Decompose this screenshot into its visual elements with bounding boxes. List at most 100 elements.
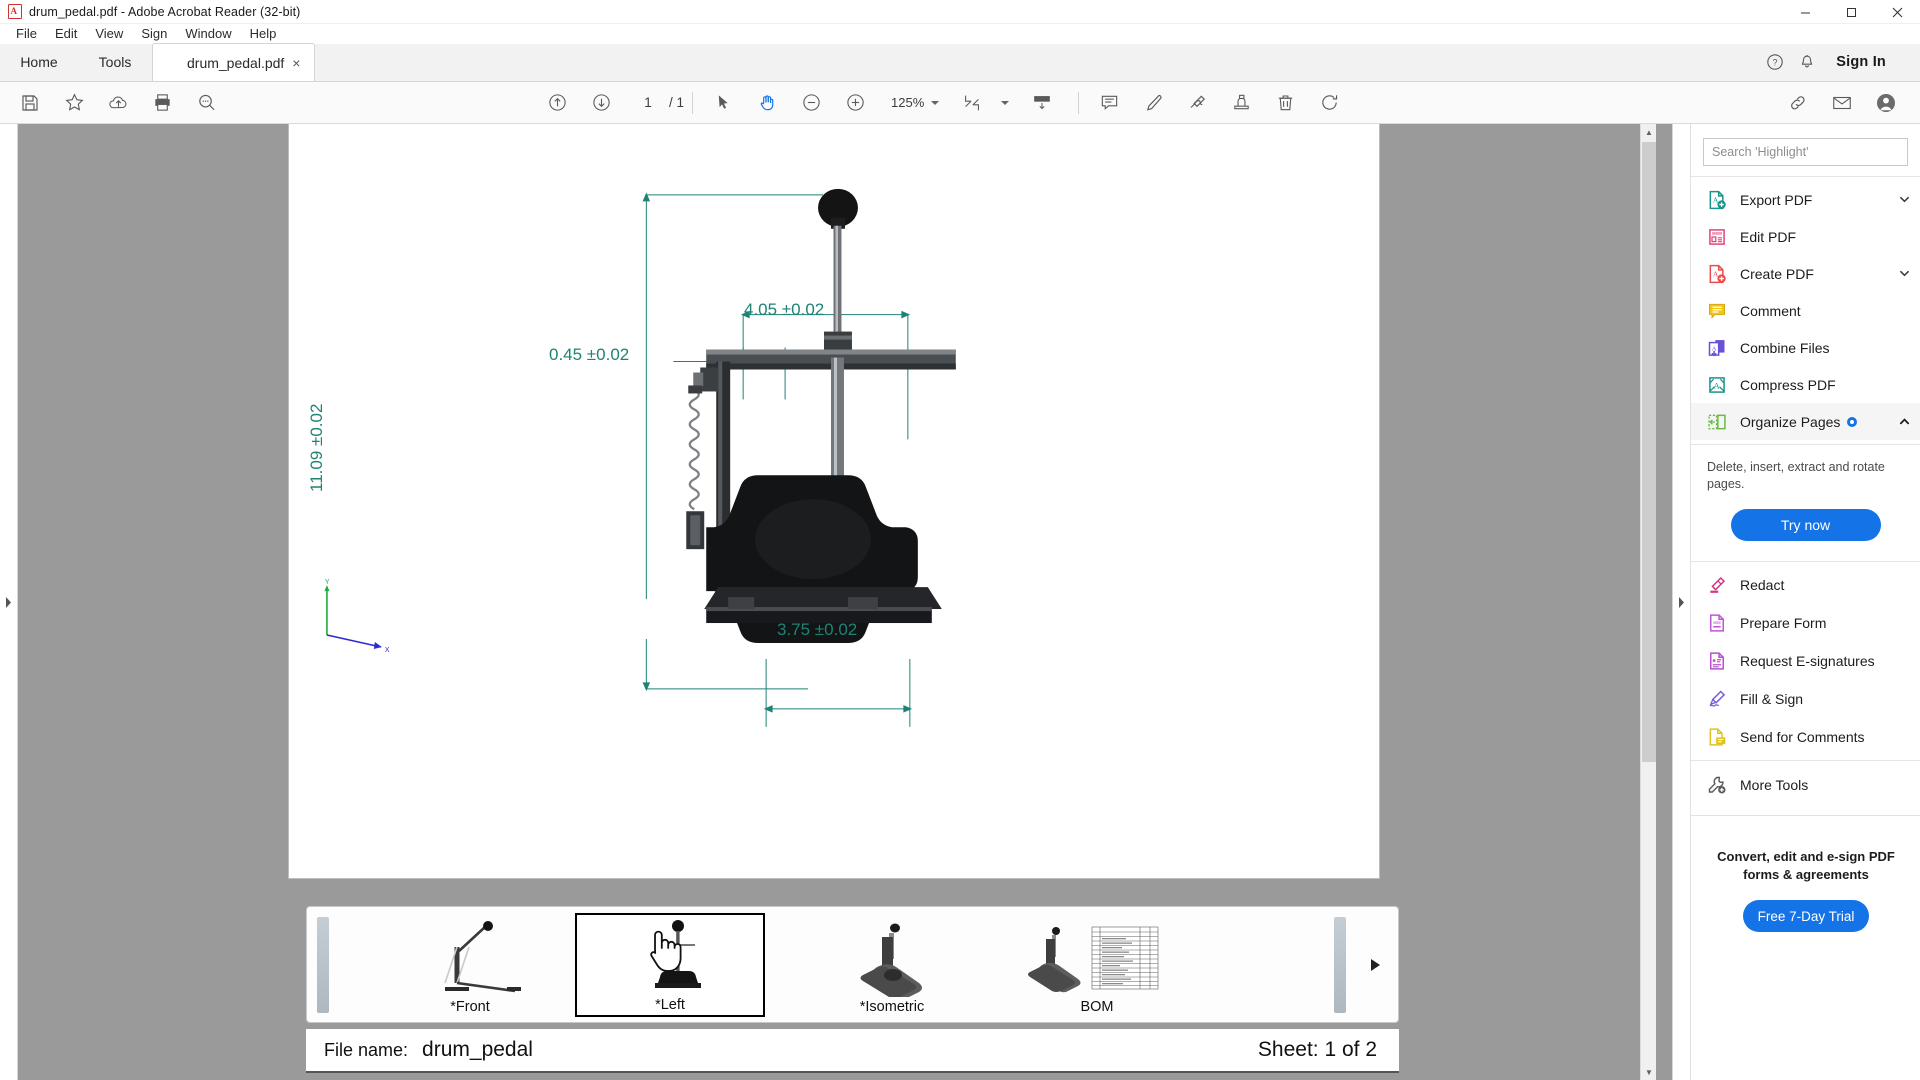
right-panel-toggle[interactable] — [1672, 124, 1690, 1080]
chevron-right-icon — [5, 597, 12, 608]
tool-more-tools[interactable]: More Tools — [1691, 765, 1920, 805]
account-headset-icon[interactable] — [1869, 86, 1903, 120]
window-controls — [1782, 0, 1920, 24]
menu-item-sign[interactable]: Sign — [132, 24, 176, 44]
menu-item-window[interactable]: Window — [176, 24, 240, 44]
page-fit-icon[interactable] — [955, 86, 989, 120]
tab-home[interactable]: Home — [0, 43, 78, 81]
tab-tools[interactable]: Tools — [78, 43, 152, 81]
thumbnail-front-label: *Front — [450, 999, 490, 1015]
bell-icon[interactable] — [1792, 47, 1822, 77]
close-icon[interactable]: × — [288, 55, 304, 71]
scroll-mode-icon[interactable] — [1025, 86, 1059, 120]
thumbnail-front-image — [375, 913, 565, 997]
promo-text: Convert, edit and e-sign PDF forms & agr… — [1691, 848, 1920, 884]
scrollbar-thumb[interactable] — [1642, 142, 1656, 762]
tool-prepare-form[interactable]: Prepare Form — [1691, 604, 1920, 642]
svg-text:A: A — [1714, 381, 1720, 390]
chevron-down-icon[interactable] — [1899, 268, 1910, 279]
chevron-down-icon[interactable] — [931, 101, 939, 105]
search-magnifier-icon[interactable] — [189, 86, 223, 120]
next-page-button[interactable] — [584, 86, 618, 120]
promo-block: Convert, edit and e-sign PDF forms & agr… — [1691, 848, 1920, 932]
thumbnail-scroll-left-handle[interactable] — [317, 917, 329, 1013]
tool-label: Edit PDF — [1740, 229, 1796, 245]
thumbnail-left-image — [577, 915, 763, 995]
thumbnail-front[interactable]: *Front — [375, 913, 565, 1017]
chevron-down-icon[interactable] — [1899, 194, 1910, 205]
tool-redact[interactable]: Redact — [1691, 566, 1920, 604]
tool-organize-pages[interactable]: Organize Pages — [1691, 403, 1920, 440]
sign-in-button[interactable]: Sign In — [1824, 54, 1902, 70]
menu-item-help[interactable]: Help — [241, 24, 286, 44]
chevron-down-icon[interactable] — [1001, 101, 1009, 105]
document-scroll-region[interactable]: Y X 11.09 ±0.02 0.45 ±0.02 4.05 ±0.02 3.… — [18, 124, 1656, 1080]
stamp-icon[interactable] — [1224, 86, 1258, 120]
play-right-icon[interactable] — [1371, 959, 1380, 971]
drum-pedal-technical-drawing: Y X — [289, 124, 1379, 879]
tool-label: Prepare Form — [1740, 615, 1826, 631]
tool-request-esignatures[interactable]: Request E-signatures — [1691, 642, 1920, 680]
menu-item-view[interactable]: View — [86, 24, 132, 44]
create-pdf-icon: A — [1707, 264, 1727, 284]
tool-comment[interactable]: Comment — [1691, 292, 1920, 329]
tool-edit-pdf[interactable]: Edit PDF — [1691, 218, 1920, 255]
search-input[interactable] — [1704, 139, 1907, 165]
free-trial-button[interactable]: Free 7-Day Trial — [1743, 900, 1869, 932]
zoom-out-button[interactable] — [794, 86, 828, 120]
redact-icon — [1707, 575, 1727, 595]
document-area: Y X 11.09 ±0.02 0.45 ±0.02 4.05 ±0.02 3.… — [0, 124, 1690, 1080]
printer-icon[interactable] — [145, 86, 179, 120]
dimension-height-overall: 11.09 ±0.02 — [307, 404, 327, 492]
thumbnail-bom[interactable]: BOM — [1002, 913, 1192, 1017]
thumbnail-scroll-right-handle[interactable] — [1334, 917, 1346, 1013]
rotate-icon[interactable] — [1312, 86, 1346, 120]
tool-create-pdf[interactable]: A Create PDF — [1691, 255, 1920, 292]
chevron-up-icon[interactable] — [1899, 416, 1910, 427]
hand-icon[interactable] — [750, 86, 784, 120]
highlighter-pen-icon[interactable] — [1136, 86, 1170, 120]
page-number-input[interactable] — [633, 92, 663, 114]
close-icon[interactable] — [1874, 0, 1920, 24]
tool-label: Compress PDF — [1740, 377, 1836, 393]
request-esign-icon — [1707, 651, 1727, 671]
thumbnail-isometric[interactable]: *Isometric — [797, 913, 987, 1017]
minimize-icon[interactable] — [1782, 0, 1828, 24]
thumbnail-bom-image — [1002, 913, 1192, 997]
tools-search-box[interactable] — [1703, 138, 1908, 166]
thumbnail-left[interactable]: *Left — [575, 913, 765, 1017]
dimension-offset-left: 0.45 ±0.02 — [549, 345, 629, 365]
envelope-icon[interactable] — [1825, 86, 1859, 120]
tool-compress-pdf[interactable]: A Compress PDF — [1691, 366, 1920, 403]
compress-pdf-icon: A — [1707, 375, 1727, 395]
menu-item-edit[interactable]: Edit — [46, 24, 86, 44]
zoom-level[interactable]: 125% — [891, 95, 924, 110]
save-disk-icon[interactable] — [13, 86, 47, 120]
star-icon[interactable] — [57, 86, 91, 120]
tool-export-pdf[interactable]: A Export PDF — [1691, 181, 1920, 218]
tool-label: Send for Comments — [1740, 729, 1865, 745]
pdf-page[interactable]: Y X 11.09 ±0.02 0.45 ±0.02 4.05 ±0.02 3.… — [288, 124, 1380, 879]
signature-icon[interactable] — [1180, 86, 1214, 120]
trash-can-icon[interactable] — [1268, 86, 1302, 120]
cloud-upload-icon[interactable] — [101, 86, 135, 120]
tool-combine-files[interactable]: A Combine Files — [1691, 329, 1920, 366]
tool-fill-and-sign[interactable]: Fill & Sign — [1691, 680, 1920, 718]
menu-item-file[interactable]: File — [7, 24, 46, 44]
scroll-up-button[interactable]: ▲ — [1641, 124, 1656, 140]
try-now-button[interactable]: Try now — [1731, 509, 1881, 541]
help-circle-icon[interactable]: ? — [1760, 47, 1790, 77]
new-feature-badge — [1847, 417, 1857, 427]
scroll-down-button[interactable]: ▼ — [1641, 1064, 1656, 1080]
comment-bubble-icon[interactable] — [1092, 86, 1126, 120]
document-vertical-scrollbar[interactable]: ▲ ▼ — [1640, 124, 1656, 1080]
comment-icon — [1707, 301, 1727, 321]
tool-send-for-comments[interactable]: Send for Comments — [1691, 718, 1920, 756]
tab-document[interactable]: drum_pedal.pdf × — [152, 43, 315, 81]
maximize-icon[interactable] — [1828, 0, 1874, 24]
left-panel-toggle[interactable] — [0, 124, 18, 1080]
chain-link-icon[interactable] — [1781, 86, 1815, 120]
cursor-arrow-icon[interactable] — [706, 86, 740, 120]
prev-page-button[interactable] — [540, 86, 574, 120]
zoom-in-button[interactable] — [838, 86, 872, 120]
